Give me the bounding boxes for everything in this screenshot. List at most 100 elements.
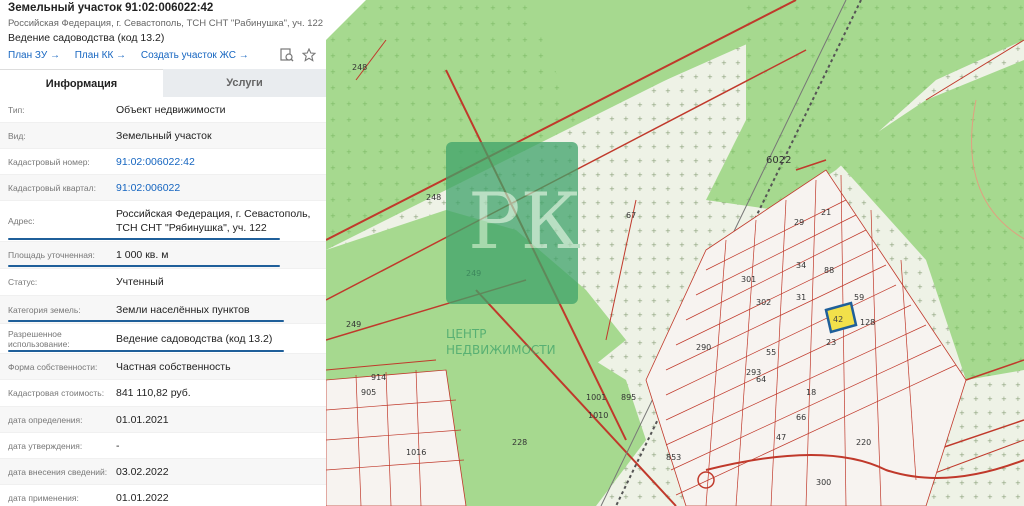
info-label: Вид: [8, 130, 26, 141]
tab-info[interactable]: Информация [0, 69, 163, 97]
map-label: 290 [696, 343, 711, 352]
plan-kk-link[interactable]: План КК → [75, 50, 126, 61]
info-value: Российская Федерация, г. Севастополь, ТС… [116, 208, 311, 234]
info-label: дата применения: [8, 492, 79, 503]
info-value: 03.02.2022 [116, 465, 169, 478]
info-row-status: Статус: Учтенный [0, 269, 326, 296]
info-label: Тип: [8, 104, 25, 115]
info-row-address: Адрес: Российская Федерация, г. Севастоп… [0, 201, 326, 242]
parcel-title: Земельный участок 91:02:006022:42 [8, 2, 214, 14]
map-label: 1016 [406, 448, 426, 457]
info-label: Кадастровая стоимость: [8, 388, 105, 398]
info-value: Земельный участок [116, 129, 212, 142]
info-row-date-approved: дата утверждения: - [0, 433, 326, 459]
info-table: Тип: Объект недвижимости Вид: Земельный … [0, 97, 326, 506]
map-label: 248 [352, 63, 367, 72]
info-value: Учтенный [116, 276, 164, 288]
map-label: 853 [666, 453, 681, 462]
highlight-underline [8, 265, 280, 267]
info-row-date-applied: дата применения: 01.01.2022 [0, 485, 326, 506]
info-row-cadnum: Кадастровый номер: 91:02:006022:42 [0, 149, 326, 175]
info-value: 841 110,82 руб. [116, 387, 191, 399]
info-row-date-defined: дата определения: 01.01.2021 [0, 407, 326, 433]
map-canvas[interactable]: + + [326, 0, 1024, 506]
map-label: 18 [806, 388, 816, 397]
watermark-line-1: ЦЕНТР [446, 327, 487, 341]
create-parcel-link[interactable]: Создать участок ЖС → [141, 50, 249, 61]
tab-services[interactable]: Услуги [163, 69, 326, 97]
map-label: 128 [860, 318, 875, 327]
map-label: 301 [741, 275, 756, 284]
info-value: 01.01.2022 [116, 491, 169, 504]
plan-zu-link[interactable]: План ЗУ → [8, 50, 60, 61]
info-value: Земли населённых пунктов [116, 303, 250, 316]
info-value: - [116, 439, 120, 452]
map-label: 914 [371, 373, 386, 382]
info-label: Статус: [8, 277, 38, 287]
header-icons [280, 48, 316, 62]
map-label: 31 [796, 293, 806, 302]
info-label: дата определения: [8, 414, 83, 425]
info-label: Категория земель: [8, 304, 81, 315]
map-label: 88 [824, 266, 834, 275]
map-label: 23 [826, 338, 836, 347]
map-label: 300 [816, 478, 831, 487]
map-label: 895 [621, 393, 636, 402]
map-label: 220 [856, 438, 871, 447]
map-label: 59 [854, 293, 864, 302]
info-label: Разрешенное использование: [8, 328, 70, 349]
map-label: 302 [756, 298, 771, 307]
map-label: 47 [776, 433, 786, 442]
info-row-ownership: Форма собственности: Частная собственнос… [0, 354, 326, 380]
info-row-quarter: Кадастровый квартал: 91:02:006022 [0, 175, 326, 201]
map-label: 1001 [586, 393, 606, 402]
info-row-area: Площадь уточненная: 1 000 кв. м [0, 242, 326, 269]
search-doc-icon[interactable] [280, 48, 294, 62]
info-value: Ведение садоводства (код 13.2) [116, 332, 273, 345]
cadastral-quarter-link[interactable]: 91:02:006022 [116, 181, 180, 195]
map-label: 248 [426, 193, 441, 202]
map-label: 905 [361, 388, 376, 397]
cadastral-map[interactable]: + + [326, 0, 1024, 506]
map-label: 67 [626, 211, 636, 220]
map-label: 66 [796, 413, 806, 422]
map-label: 55 [766, 348, 776, 357]
info-label: Кадастровый квартал: [8, 182, 96, 193]
header-links: План ЗУ → План КК → Создать участок ЖС → [8, 50, 261, 61]
info-value: Частная собственность [116, 360, 231, 373]
watermark-letters: РК [468, 177, 581, 267]
info-label: дата внесения сведений: [8, 466, 108, 477]
map-label: 6022 [766, 155, 791, 166]
info-panel: Земельный участок 91:02:006022:42 Россий… [0, 0, 327, 506]
info-row-usage: Разрешенное использование: Ведение садов… [0, 324, 326, 354]
map-label: 293 [746, 368, 761, 377]
info-value: 1 000 кв. м [116, 249, 169, 261]
highlight-underline [8, 238, 280, 240]
map-label: 29 [794, 218, 804, 227]
map-label: 228 [512, 438, 527, 447]
info-label: Адрес: [8, 216, 35, 226]
map-label: 1010 [588, 411, 608, 420]
map-label: 21 [821, 208, 831, 217]
info-label: Площадь уточненная: [8, 250, 95, 260]
map-label: 34 [796, 261, 806, 270]
watermark-line-2: НЕДВИЖИМОСТИ [446, 343, 556, 357]
info-row-kind: Вид: Земельный участок [0, 123, 326, 149]
info-label: дата утверждения: [8, 440, 83, 451]
info-row-category: Категория земель: Земли населённых пункт… [0, 296, 326, 324]
info-label: Кадастровый номер: [8, 156, 90, 167]
parcel-address: Российская Федерация, г. Севастополь, ТС… [8, 18, 324, 29]
selected-parcel-label: 42 [833, 315, 843, 324]
map-label: 249 [346, 320, 361, 329]
info-value: Объект недвижимости [116, 103, 226, 116]
tabs: Информация Услуги [0, 69, 326, 97]
parcel-purpose: Ведение садоводства (код 13.2) [8, 32, 165, 44]
info-row-date-entered: дата внесения сведений: 03.02.2022 [0, 459, 326, 485]
info-row-type: Тип: Объект недвижимости [0, 97, 326, 123]
highlight-underline [8, 350, 284, 352]
cadastral-number-link[interactable]: 91:02:006022:42 [116, 155, 195, 169]
info-label: Форма собственности: [8, 361, 98, 372]
star-icon[interactable] [302, 48, 316, 62]
highlight-underline [8, 320, 284, 322]
info-row-cost: Кадастровая стоимость: 841 110,82 руб. [0, 380, 326, 407]
